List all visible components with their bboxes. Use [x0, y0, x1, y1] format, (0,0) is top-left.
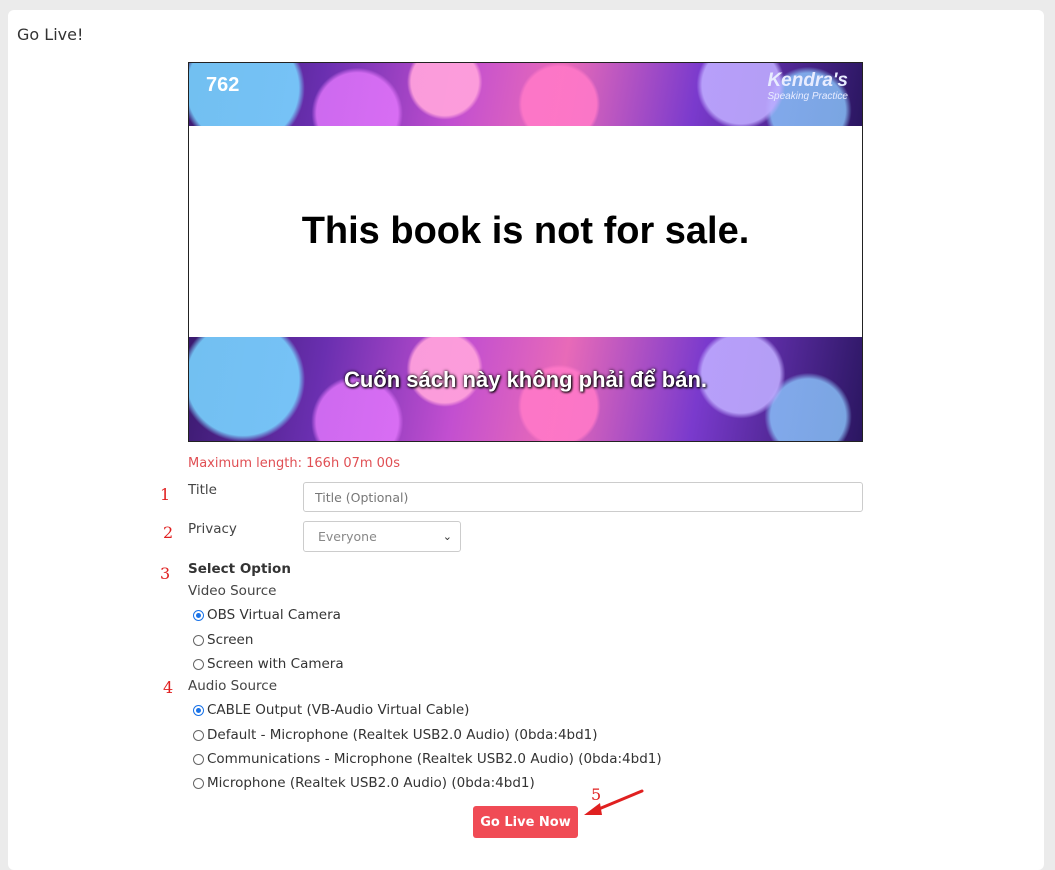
preview-sub-text: Cuốn sách này không phải để bán. — [343, 367, 708, 392]
preview-main-text: This book is not for sale. — [301, 210, 750, 252]
radio-button[interactable] — [193, 753, 204, 765]
radio-button[interactable] — [193, 704, 204, 716]
radio-button[interactable] — [193, 634, 204, 646]
audio-source-label: Audio Source — [188, 678, 278, 694]
max-length-notice: Maximum length: 166h 07m 00s — [188, 456, 400, 471]
brand-name: Kendra's — [767, 70, 848, 91]
radio-label: CABLE Output (VB-Audio Virtual Cable) — [207, 702, 470, 718]
radio-label: Microphone (Realtek USB2.0 Audio) (0bda:… — [207, 775, 535, 791]
privacy-select[interactable]: Everyone ⌄ — [303, 521, 461, 552]
title-input[interactable] — [303, 482, 863, 512]
radio-label: Screen with Camera — [207, 656, 344, 672]
page-title: Go Live! — [17, 25, 84, 44]
radio-label: Screen — [207, 632, 254, 648]
title-label: Title — [188, 482, 217, 498]
radio-label: Communications - Microphone (Realtek USB… — [207, 751, 662, 767]
annotation-marker-3: 3 — [160, 564, 171, 583]
stream-preview: 762 Kendra's Speaking Practice This book… — [188, 62, 863, 442]
select-option-heading: Select Option — [188, 561, 291, 577]
video-option-screen-camera[interactable]: Screen with Camera — [193, 656, 344, 672]
go-live-card: Go Live! 762 Kendra's Speaking Practice … — [8, 10, 1044, 870]
annotation-marker-2: 2 — [163, 523, 174, 542]
preview-top-banner: 762 Kendra's Speaking Practice — [189, 63, 862, 126]
audio-option-cable[interactable]: CABLE Output (VB-Audio Virtual Cable) — [193, 702, 469, 718]
brand-logo: Kendra's Speaking Practice — [767, 70, 848, 103]
chevron-down-icon: ⌄ — [442, 530, 452, 543]
radio-button[interactable] — [193, 777, 204, 789]
audio-option-default-mic[interactable]: Default - Microphone (Realtek USB2.0 Aud… — [193, 727, 598, 743]
radio-label: Default - Microphone (Realtek USB2.0 Aud… — [207, 727, 598, 743]
preview-bottom-banner: Cuốn sách này không phải để bán. — [189, 337, 862, 441]
privacy-selected-value: Everyone — [318, 529, 377, 544]
privacy-label: Privacy — [188, 521, 237, 537]
radio-button[interactable] — [193, 729, 204, 741]
annotation-marker-4: 4 — [163, 678, 174, 697]
go-live-now-button[interactable]: Go Live Now — [473, 806, 578, 838]
video-option-screen[interactable]: Screen — [193, 632, 253, 648]
annotation-marker-1: 1 — [160, 485, 171, 504]
brand-subtitle: Speaking Practice — [767, 91, 848, 102]
radio-button[interactable] — [193, 609, 204, 621]
video-source-label: Video Source — [188, 583, 277, 599]
slide-number: 762 — [206, 74, 240, 96]
audio-option-communications-mic[interactable]: Communications - Microphone (Realtek USB… — [193, 751, 662, 767]
annotation-arrow-icon — [584, 789, 644, 815]
audio-option-mic[interactable]: Microphone (Realtek USB2.0 Audio) (0bda:… — [193, 775, 535, 791]
radio-label: OBS Virtual Camera — [207, 607, 341, 623]
radio-button[interactable] — [193, 658, 204, 670]
video-option-obs[interactable]: OBS Virtual Camera — [193, 607, 341, 623]
